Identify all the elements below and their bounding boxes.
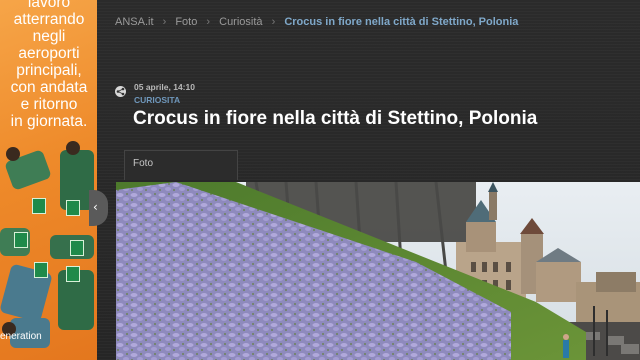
- ad-line: aeroporti: [18, 45, 80, 62]
- breadcrumb-separator: ›: [206, 16, 211, 28]
- breadcrumb-separator: ›: [271, 16, 276, 28]
- breadcrumb-category-link[interactable]: Curiosità: [219, 16, 262, 28]
- breadcrumb-section-link[interactable]: Foto: [175, 16, 197, 28]
- ad-line: e ritorno: [20, 96, 78, 113]
- gallery-page: ANSA.it › Foto › Curiosità › Crocus in f…: [97, 0, 640, 360]
- page-title: Crocus in fiore nella città di Stettino,…: [133, 108, 538, 129]
- ad-line: con andata: [10, 79, 88, 96]
- ad-banner[interactable]: lavoro atterrando negli aeroporti princi…: [0, 0, 97, 360]
- share-icon[interactable]: [115, 86, 126, 97]
- ad-line: lavoro: [27, 0, 71, 11]
- chevron-left-icon: ‹: [93, 200, 98, 214]
- ad-line: negli: [32, 28, 66, 45]
- ad-text: lavoro atterrando negli aeroporti princi…: [6, 0, 92, 130]
- tab-label: Foto: [133, 158, 154, 169]
- breadcrumb-separator: ›: [162, 16, 167, 28]
- ad-line: in giornata.: [10, 113, 88, 130]
- ad-line: principali,: [16, 62, 82, 79]
- breadcrumb-site-link[interactable]: ANSA.it: [115, 16, 154, 28]
- tab-foto[interactable]: Foto: [124, 150, 238, 180]
- breadcrumb-current: Crocus in fiore nella città di Stettino,…: [284, 16, 519, 28]
- ad-footer-text: eneration: [0, 331, 42, 342]
- ad-line: atterrando: [13, 11, 85, 28]
- breadcrumb: ANSA.it › Foto › Curiosità › Crocus in f…: [115, 16, 524, 28]
- article-date: 05 aprile, 14:10: [134, 82, 195, 92]
- gallery-photo[interactable]: [116, 182, 640, 360]
- article-category-link[interactable]: CURIOSITA: [134, 95, 180, 105]
